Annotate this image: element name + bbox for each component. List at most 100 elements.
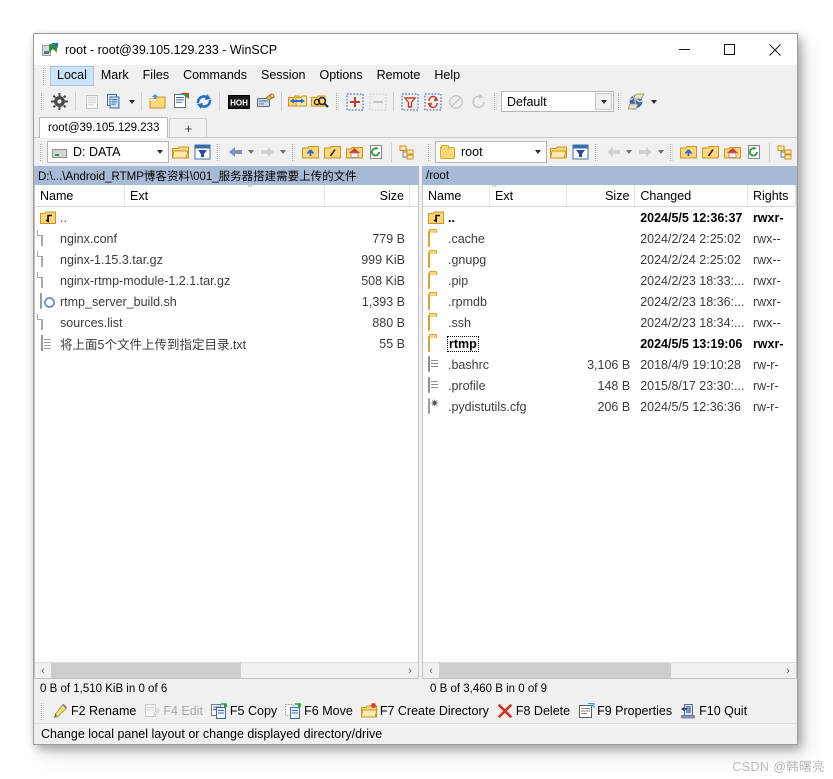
local-back-icon[interactable] xyxy=(224,141,246,163)
local-open-directory-icon[interactable] xyxy=(169,141,191,163)
table-row[interactable]: rtmp 2024/5/5 13:19:06 rwxr- xyxy=(423,333,796,354)
local-back-dropdown-arrow[interactable] xyxy=(246,141,256,163)
filter-icon[interactable] xyxy=(398,91,421,113)
remote-hscroll-track[interactable] xyxy=(439,663,780,678)
f6-move-button[interactable]: F6 Move xyxy=(281,703,357,719)
transfer-mode-globe-icon[interactable] xyxy=(625,91,648,113)
table-row[interactable]: .. xyxy=(35,207,418,228)
remote-directory-tree-icon[interactable] xyxy=(774,141,796,163)
local-hscroll-thumb[interactable] xyxy=(51,663,241,678)
console-icon[interactable]: HOH xyxy=(224,91,254,113)
menu-item-remote[interactable]: Remote xyxy=(370,66,428,86)
file-changed: 2024/2/23 18:33:... xyxy=(635,270,748,291)
select-add-icon[interactable] xyxy=(343,91,366,113)
new-file-icon[interactable] xyxy=(169,91,192,113)
transfer-mode-dropdown-arrow[interactable] xyxy=(648,91,659,113)
f7-create-directory-button[interactable]: F7 Create Directory xyxy=(357,703,493,719)
session-tab[interactable]: root@39.105.129.233 xyxy=(39,117,168,138)
local-path-toolbar: D: DATA xyxy=(34,138,419,166)
table-row[interactable]: .profile 148 B 2015/8/17 23:30:... rw-r- xyxy=(423,375,796,396)
synchronize-browsing-icon[interactable] xyxy=(286,91,309,113)
table-row[interactable]: nginx-1.15.3.tar.gz 999 KiB xyxy=(35,249,418,270)
table-row[interactable]: nginx-rtmp-module-1.2.1.tar.gz 508 KiB xyxy=(35,270,418,291)
local-tree-separator xyxy=(391,143,392,162)
local-root-directory-icon[interactable] xyxy=(321,141,343,163)
remote-col-size[interactable]: Size xyxy=(567,185,636,206)
gear-icon[interactable] xyxy=(48,91,71,113)
menu-item-mark[interactable]: Mark xyxy=(94,66,136,86)
remote-col-ext[interactable]: Ext ^ xyxy=(490,185,567,206)
table-row[interactable]: sources.list 880 B xyxy=(35,312,418,333)
table-row[interactable]: .bashrc 3,106 B 2018/4/9 19:10:28 rw-r- xyxy=(423,354,796,375)
table-row[interactable]: .ssh 2024/2/23 18:34:... rwx-- xyxy=(423,312,796,333)
local-file-list[interactable]: Name Ext ^ Size xyxy=(34,185,419,679)
local-col-ext[interactable]: Ext ^ xyxy=(125,185,325,206)
menu-item-session[interactable]: Session xyxy=(254,66,312,86)
local-drive-dropdown-arrow[interactable] xyxy=(157,150,163,154)
local-hscroll-track[interactable] xyxy=(51,663,402,678)
local-refresh-icon[interactable] xyxy=(365,141,387,163)
local-hscroll-right-button[interactable]: › xyxy=(402,663,418,678)
table-row[interactable]: 将上面5个文件上传到指定目录.txt 55 B xyxy=(35,333,418,354)
toolbar-separator-4 xyxy=(281,92,282,111)
table-row[interactable]: .pip 2024/2/23 18:33:... rwxr- xyxy=(423,270,796,291)
table-row[interactable]: rtmp_server_build.sh 1,393 B xyxy=(35,291,418,312)
table-row[interactable]: .gnupg 2024/2/24 2:25:02 rwx-- xyxy=(423,249,796,270)
local-horizontal-scrollbar[interactable]: ‹ › xyxy=(35,662,418,678)
minimize-button[interactable] xyxy=(662,34,707,65)
table-row[interactable]: .rpmdb 2024/2/23 18:36:... rwxr- xyxy=(423,291,796,312)
find-files-icon[interactable] xyxy=(309,91,332,113)
remote-path-label[interactable]: /root xyxy=(422,166,797,185)
remote-directory-dropdown-arrow[interactable] xyxy=(535,150,541,154)
keyboard-remote-icon[interactable] xyxy=(254,91,277,113)
menu-item-files[interactable]: Files xyxy=(136,66,176,86)
documents-dropdown-arrow[interactable] xyxy=(126,91,137,113)
remote-col-changed[interactable]: Changed xyxy=(635,185,748,206)
documents-icon[interactable] xyxy=(103,91,126,113)
synchronize-icon[interactable] xyxy=(192,91,215,113)
remote-col-rights[interactable]: Rights xyxy=(748,185,796,206)
remote-hscroll-right-button[interactable]: › xyxy=(780,663,796,678)
local-hscroll-left-button[interactable]: ‹ xyxy=(35,663,51,678)
menu-item-help[interactable]: Help xyxy=(427,66,467,86)
transfer-settings-combo[interactable]: Default xyxy=(501,91,614,112)
remote-horizontal-scrollbar[interactable]: ‹ › xyxy=(423,662,796,678)
local-parent-directory-icon[interactable] xyxy=(299,141,321,163)
invert-selection-icon[interactable] xyxy=(421,91,444,113)
remote-parent-directory-icon[interactable] xyxy=(677,141,699,163)
local-path-label[interactable]: D:\...\Android_RTMP博客资料\001_服务器搭建需要上传的文件 xyxy=(34,166,419,185)
local-panel-filter-icon[interactable] xyxy=(191,141,213,163)
f2-rename-button[interactable]: F2 Rename xyxy=(48,703,140,719)
remote-home-directory-icon[interactable] xyxy=(721,141,743,163)
local-col-size[interactable]: Size xyxy=(325,185,410,206)
local-home-directory-icon[interactable] xyxy=(343,141,365,163)
open-folder-icon[interactable] xyxy=(146,91,169,113)
remote-hscroll-left-button[interactable]: ‹ xyxy=(423,663,439,678)
remote-hscroll-thumb[interactable] xyxy=(439,663,671,678)
remote-directory-combo[interactable]: root xyxy=(435,141,547,163)
maximize-button[interactable] xyxy=(707,34,752,65)
table-row[interactable]: .. 2024/5/5 12:36:37 rwxr- xyxy=(423,207,796,228)
remote-refresh-icon[interactable] xyxy=(743,141,765,163)
f8-delete-button[interactable]: F8 Delete xyxy=(493,703,574,719)
remote-open-directory-icon[interactable] xyxy=(547,141,569,163)
menu-item-options[interactable]: Options xyxy=(312,66,369,86)
f10-quit-button[interactable]: F10 Quit xyxy=(676,703,751,719)
menu-item-local[interactable]: Local xyxy=(50,66,94,86)
new-session-tab-button[interactable]: + xyxy=(169,118,207,137)
table-row[interactable]: .pydistutils.cfg 206 B 2024/5/5 12:36:36… xyxy=(423,396,796,417)
transfer-settings-dropdown-button[interactable] xyxy=(595,93,612,110)
local-drive-combo[interactable]: D: DATA xyxy=(47,141,169,163)
table-row[interactable]: .cache 2024/2/24 2:25:02 rwx-- xyxy=(423,228,796,249)
menu-item-commands[interactable]: Commands xyxy=(176,66,254,86)
remote-panel-filter-icon[interactable] xyxy=(569,141,591,163)
f5-copy-button[interactable]: F5 Copy xyxy=(207,703,281,719)
remote-col-name[interactable]: Name xyxy=(423,185,490,206)
local-col-name[interactable]: Name xyxy=(35,185,125,206)
close-button[interactable] xyxy=(752,34,797,65)
local-directory-tree-icon[interactable] xyxy=(396,141,418,163)
remote-file-list[interactable]: Name Ext ^ Size Changed xyxy=(422,185,797,679)
remote-root-directory-icon[interactable] xyxy=(699,141,721,163)
table-row[interactable]: nginx.conf 779 B xyxy=(35,228,418,249)
f9-properties-button[interactable]: F9 Properties xyxy=(574,703,676,719)
